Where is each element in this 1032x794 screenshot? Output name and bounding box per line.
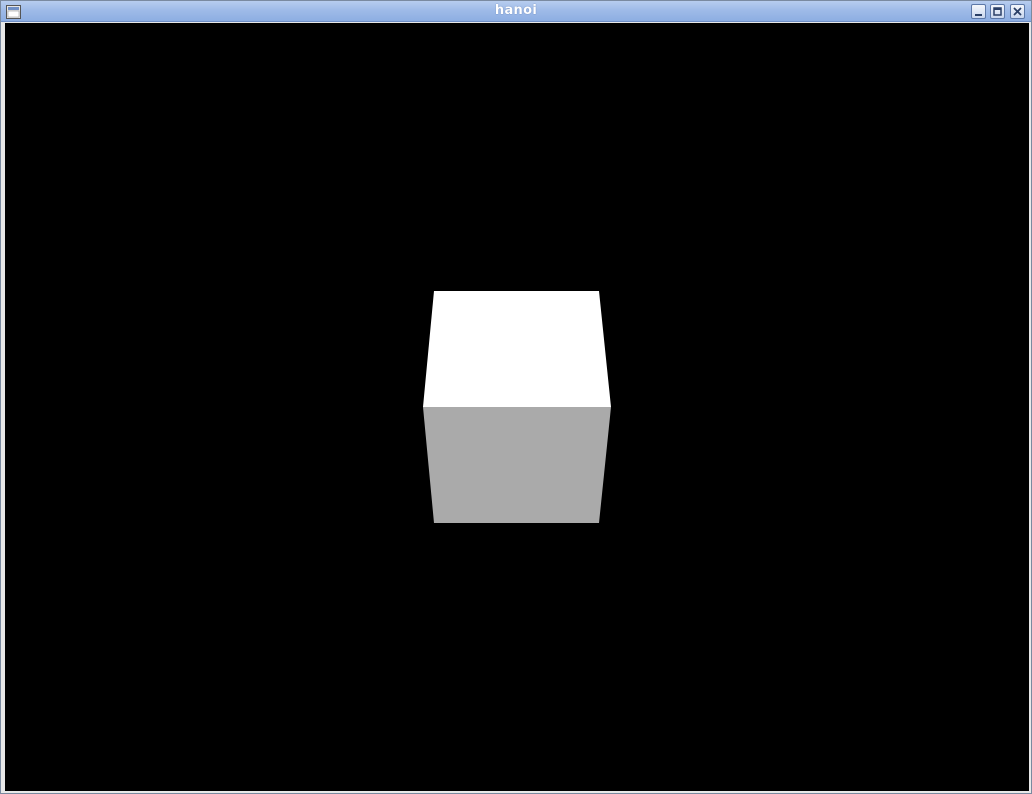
title-bar[interactable]: hanoi (1, 1, 1031, 22)
cube-top-face (423, 291, 611, 407)
gl-viewport[interactable] (5, 23, 1029, 791)
minimize-icon (975, 14, 982, 16)
maximize-icon (993, 7, 1002, 16)
window-title: hanoi (494, 3, 538, 18)
close-icon (1013, 7, 1022, 16)
close-button[interactable] (1010, 4, 1025, 19)
maximize-button[interactable] (990, 4, 1005, 19)
scene-canvas (423, 291, 611, 523)
cube-front-face (423, 407, 611, 523)
app-window: hanoi (0, 0, 1032, 794)
minimize-button[interactable] (971, 4, 986, 19)
